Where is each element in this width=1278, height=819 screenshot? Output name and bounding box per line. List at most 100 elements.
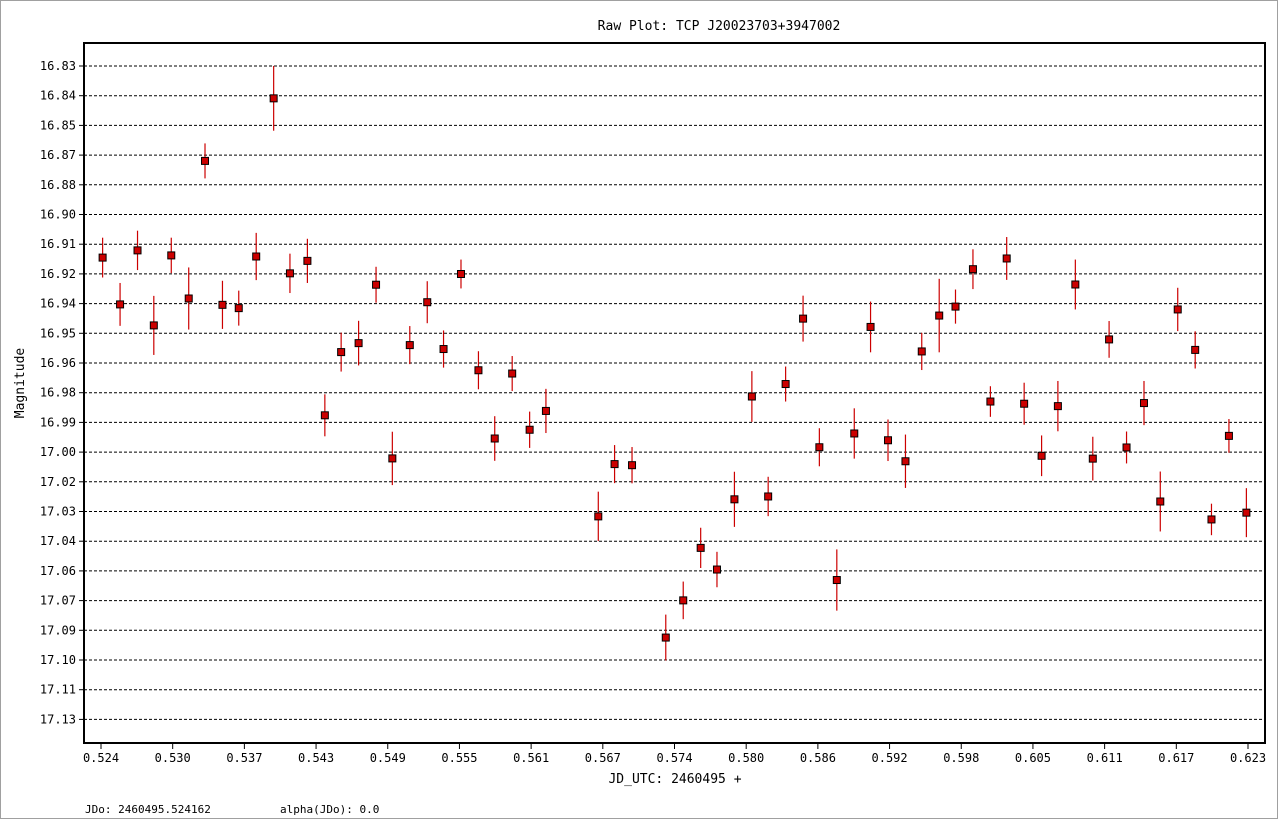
data-point: [917, 347, 926, 356]
data-point: [1242, 508, 1251, 517]
y-tick-label: 17.10: [40, 653, 76, 667]
y-tick-label: 16.85: [40, 118, 76, 132]
data-point: [405, 341, 414, 350]
y-axis: 16.83 16.84 16.85 16.87 16.88 16.90 16.91 16.92…: [40, 59, 84, 726]
data-point: [1156, 497, 1165, 506]
data-point: [541, 406, 550, 415]
data-point: [764, 492, 773, 501]
data-point: [439, 345, 448, 354]
data-point: [901, 457, 910, 466]
x-tick-label: 0.586: [800, 751, 836, 765]
y-tick-label: 17.03: [40, 505, 76, 519]
y-tick-label: 16.91: [40, 237, 76, 251]
data-point: [594, 512, 603, 521]
data-point: [201, 156, 210, 165]
data-point: [133, 246, 142, 255]
y-tick-label: 17.13: [40, 712, 76, 726]
data-point: [1071, 280, 1080, 289]
data-point: [423, 298, 432, 307]
x-tick-label: 0.567: [585, 751, 621, 765]
data-point: [337, 348, 346, 357]
data-point: [696, 543, 705, 552]
x-tick-label: 0.537: [226, 751, 262, 765]
data-point: [116, 300, 125, 309]
data-point: [98, 253, 107, 262]
x-tick-label: 0.605: [1015, 751, 1051, 765]
data-point: [303, 256, 312, 265]
data-point: [1224, 431, 1233, 440]
y-tick-label: 16.87: [40, 148, 76, 162]
y-tick-label: 16.95: [40, 326, 76, 340]
data-point: [525, 425, 534, 434]
y-tick-label: 16.92: [40, 267, 76, 281]
y-tick-label: 16.99: [40, 415, 76, 429]
y-tick-label: 17.06: [40, 564, 76, 578]
y-tick-label: 16.94: [40, 297, 76, 311]
data-point: [712, 565, 721, 574]
data-point: [1053, 402, 1062, 411]
data-point: [1037, 451, 1046, 460]
data-point: [474, 366, 483, 375]
data-point: [1105, 335, 1114, 344]
data-point: [661, 633, 670, 642]
x-tick-label: 0.561: [513, 751, 549, 765]
data-point: [508, 369, 517, 378]
data-point: [730, 495, 739, 504]
y-tick-label: 16.83: [40, 59, 76, 73]
data-point: [866, 322, 875, 331]
x-tick-label: 0.543: [298, 751, 334, 765]
x-tick-label: 0.530: [155, 751, 191, 765]
data-point: [832, 576, 841, 585]
y-tick-label: 17.02: [40, 475, 76, 489]
data-point: [354, 339, 363, 348]
y-tick-label: 17.04: [40, 534, 76, 548]
data-point: [269, 94, 278, 103]
data-point: [285, 269, 294, 278]
data-point: [388, 454, 397, 463]
data-point: [456, 270, 465, 278]
grid-lines: [84, 65, 1265, 720]
x-tick-label: 0.574: [656, 751, 692, 765]
data-point: [610, 460, 619, 469]
data-point: [1173, 305, 1182, 314]
data-point: [679, 596, 688, 605]
data-point: [628, 461, 637, 470]
x-tick-label: 0.524: [83, 751, 119, 765]
x-tick-label: 0.580: [728, 751, 764, 765]
data-point: [1088, 454, 1097, 463]
jdo-readout: JDo: 2460495.524162: [85, 803, 211, 816]
light-curve-chart: Raw Plot: TCP J20023703+3947002 16.8316.…: [13, 19, 1266, 787]
y-tick-label: 16.90: [40, 208, 76, 222]
y-tick-label: 17.00: [40, 445, 76, 459]
data-point: [167, 251, 176, 260]
data-point: [234, 304, 243, 313]
y-tick-label: 16.84: [40, 89, 76, 103]
data-point: [1122, 443, 1131, 452]
x-axis: 0.524 0.530 0.537 0.543 0.549 0.555 0.561 0.567…: [83, 743, 1266, 765]
x-tick-label: 0.611: [1087, 751, 1123, 765]
x-tick-label: 0.623: [1230, 751, 1266, 765]
data-point: [1191, 345, 1200, 354]
y-tick-label: 17.07: [40, 594, 76, 608]
data-point: [1002, 254, 1011, 263]
data-point: [935, 311, 944, 320]
data-point: [1207, 515, 1216, 524]
x-tick-label: 0.592: [872, 751, 908, 765]
y-tick-label: 16.98: [40, 386, 76, 400]
y-tick-label: 17.09: [40, 623, 76, 637]
data-point: [1139, 399, 1148, 408]
x-tick-label: 0.598: [943, 751, 979, 765]
data-point: [951, 302, 960, 311]
data-point: [747, 392, 756, 401]
data-point: [490, 434, 499, 443]
data-point: [1020, 399, 1029, 408]
data-point: [149, 321, 158, 330]
alpha-readout: alpha(JDo): 0.0: [280, 803, 380, 816]
x-tick-label: 0.555: [441, 751, 477, 765]
chart-title: Raw Plot: TCP J20023703+3947002: [598, 19, 841, 34]
data-point: [815, 443, 824, 452]
data-point: [850, 429, 859, 438]
data-point: [884, 436, 893, 445]
y-tick-label: 16.88: [40, 178, 76, 192]
data-point: [218, 300, 227, 309]
